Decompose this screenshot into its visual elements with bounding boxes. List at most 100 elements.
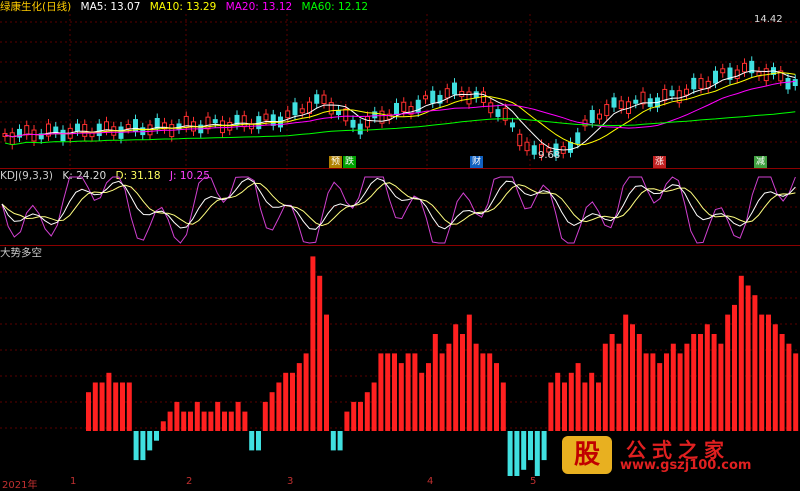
trend-bar xyxy=(324,314,329,431)
candle xyxy=(742,62,747,73)
trend-bar xyxy=(86,392,91,431)
trend-bar xyxy=(568,372,574,431)
trend-bar xyxy=(358,401,363,431)
candle xyxy=(31,129,37,142)
candle xyxy=(611,97,617,108)
candle xyxy=(270,114,276,126)
trend-bar xyxy=(677,353,683,431)
candle xyxy=(669,90,675,97)
candle xyxy=(618,100,624,110)
trend-bar xyxy=(473,343,479,431)
trend-bar xyxy=(154,431,159,441)
site-logo: 股 公式之家 www.gszj100.com xyxy=(556,432,796,476)
trend-bar xyxy=(290,372,295,431)
trend-bar xyxy=(657,363,663,431)
trend-bar xyxy=(555,372,561,431)
trend-bar xyxy=(779,334,785,431)
trend-bar xyxy=(126,382,132,431)
candle xyxy=(336,110,341,116)
trend-bar xyxy=(378,353,384,431)
trend-bar xyxy=(745,285,751,431)
candle xyxy=(495,109,501,117)
candle xyxy=(365,116,370,128)
trend-bar xyxy=(242,411,248,431)
trend-bar xyxy=(99,382,105,431)
ma5-line xyxy=(4,70,796,151)
candle xyxy=(452,82,457,95)
candle xyxy=(589,110,595,124)
candle xyxy=(394,102,399,115)
candle xyxy=(510,122,515,128)
trend-bar xyxy=(92,382,98,431)
candle xyxy=(575,132,581,144)
trend-bar xyxy=(235,401,241,431)
trend-bar xyxy=(602,343,608,431)
price-panel[interactable]: 绿康生化(日线) MA5: 13.07 MA10: 13.29 MA20: 13… xyxy=(0,0,800,170)
trend-bar xyxy=(439,353,445,431)
trend-bar xyxy=(269,392,275,431)
kdj-panel[interactable]: KDJ(9,3,3) K: 24.20 D: 31.18 J: 10.25 xyxy=(0,169,800,245)
trend-bar xyxy=(766,314,771,431)
x-axis-label-5: 5 xyxy=(530,476,537,487)
trend-bar xyxy=(385,353,391,431)
candle xyxy=(568,141,573,153)
trend-bar xyxy=(752,295,758,431)
candle xyxy=(423,95,428,100)
candle xyxy=(713,70,718,84)
trend-bar xyxy=(392,353,397,431)
trend-bar xyxy=(167,411,173,431)
trend-bar xyxy=(330,431,336,451)
candle xyxy=(350,119,356,128)
trend-bar xyxy=(630,324,635,431)
trend-bar xyxy=(256,431,261,451)
candle xyxy=(263,113,269,121)
candle xyxy=(82,123,88,137)
candle xyxy=(241,115,247,128)
candle xyxy=(9,132,15,145)
trend-bar xyxy=(466,314,472,431)
candle xyxy=(734,69,740,79)
trend-bar xyxy=(759,314,765,431)
trend-bar xyxy=(351,401,357,431)
trend-bar xyxy=(711,334,717,431)
trend-bar xyxy=(534,431,540,476)
trend-bar xyxy=(113,382,119,431)
trend-bar xyxy=(283,372,289,431)
trend-bar xyxy=(140,431,146,461)
trend-bar xyxy=(222,411,227,431)
trend-bar xyxy=(228,411,234,431)
trend-bar xyxy=(215,401,221,431)
trend-bar xyxy=(636,334,642,431)
candle xyxy=(401,101,407,112)
trend-bar xyxy=(364,392,370,431)
kdj-j-line xyxy=(1,176,796,244)
trend-bar xyxy=(487,353,493,431)
trend-bar xyxy=(181,411,187,431)
trend-bar xyxy=(528,431,533,461)
x-axis-label-3: 3 xyxy=(287,476,294,487)
trend-bar xyxy=(262,401,268,431)
candle xyxy=(285,110,291,119)
trend-bar xyxy=(317,275,323,431)
candle xyxy=(357,123,363,135)
trend-bar xyxy=(249,431,255,451)
candle xyxy=(60,129,66,142)
trend-bar xyxy=(596,382,601,431)
trend-bar xyxy=(147,431,153,451)
candle xyxy=(720,68,726,74)
x-axis: 2021年 1 2 3 4 5 xyxy=(0,476,800,491)
candle xyxy=(444,88,450,99)
candle xyxy=(524,141,530,152)
trend-bar xyxy=(643,353,649,431)
trend-bar xyxy=(670,343,676,431)
trend-bar xyxy=(732,304,737,431)
trend-bar xyxy=(446,343,452,431)
trend-bar xyxy=(786,343,792,431)
logo-mark: 股 xyxy=(562,436,612,474)
candle xyxy=(488,102,494,114)
candle xyxy=(292,102,298,116)
trend-bar xyxy=(120,382,125,431)
kdj-chart xyxy=(0,176,800,244)
trend-bar xyxy=(664,353,669,431)
trend-bar xyxy=(582,382,588,431)
